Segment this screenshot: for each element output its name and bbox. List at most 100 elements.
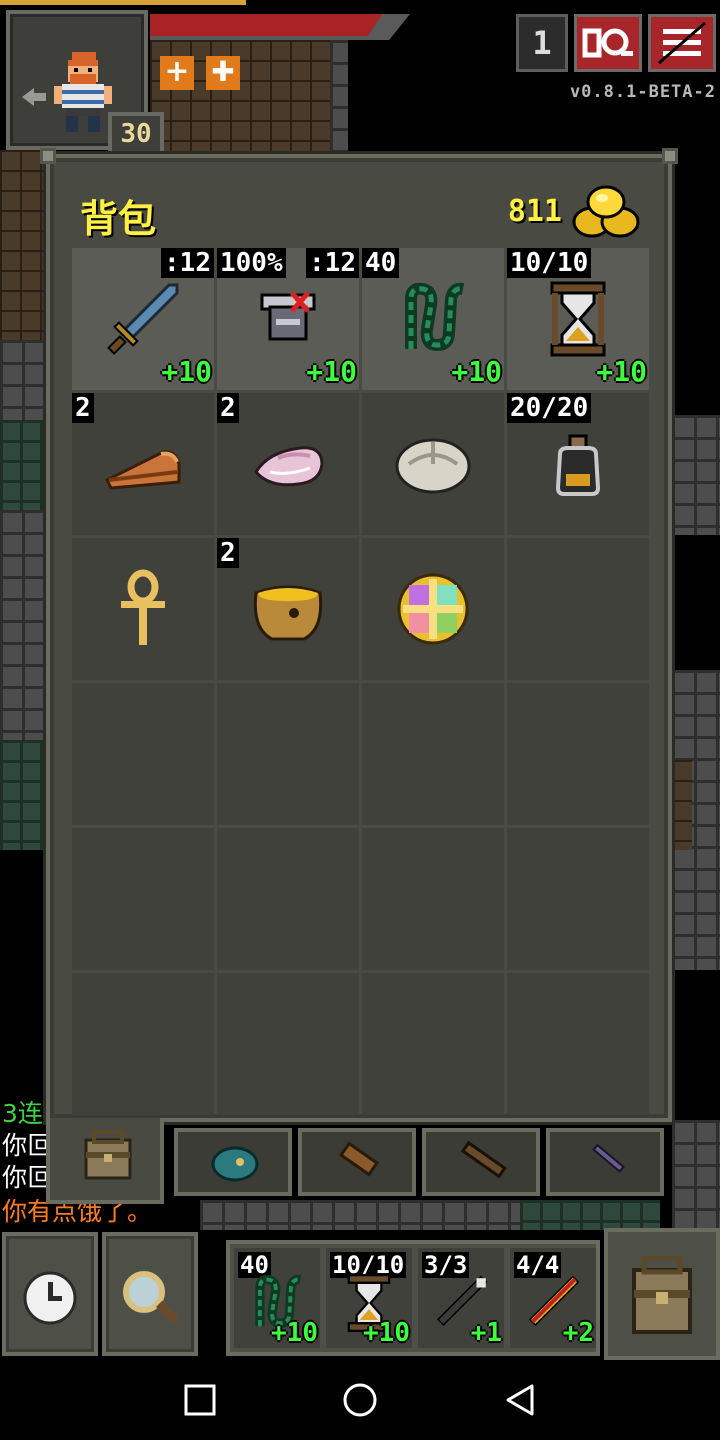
health-buff-icon[interactable]: + bbox=[160, 56, 194, 90]
inventory-slot-empty[interactable] bbox=[217, 683, 359, 825]
door-tile bbox=[672, 760, 692, 850]
tab-potion-bandolier[interactable] bbox=[422, 1128, 540, 1196]
tab-wand-holster[interactable] bbox=[546, 1128, 664, 1196]
inventory-slot-empty[interactable] bbox=[72, 683, 214, 825]
inventory-slot-waterskin[interactable]: 20/20 bbox=[507, 393, 649, 535]
quickslot-level: +2 bbox=[562, 1318, 594, 1348]
upgrade-level: +10 bbox=[306, 355, 357, 388]
inventory-slot-armor[interactable]: 100% :12 +10 bbox=[217, 248, 359, 390]
item-count: :12 bbox=[306, 248, 359, 278]
quickslot[interactable]: 4/4 +2 bbox=[510, 1248, 596, 1348]
meat-icon bbox=[254, 446, 324, 487]
inventory-slot-empty[interactable] bbox=[72, 828, 214, 970]
menu-icon bbox=[658, 21, 706, 65]
inventory-slot-empty[interactable] bbox=[507, 973, 649, 1115]
journal-icon bbox=[582, 28, 633, 58]
depth-indicator[interactable]: 1 bbox=[516, 14, 568, 72]
wall-tile bbox=[200, 1200, 520, 1230]
inventory-slot-hourglass[interactable]: 10/10 +10 bbox=[507, 248, 649, 390]
inventory-slot-sword[interactable]: :12 +10 bbox=[72, 248, 214, 390]
bless-buff-icon[interactable]: ✚ bbox=[206, 56, 240, 90]
upgrade-level: +10 bbox=[161, 355, 212, 388]
wall-tile bbox=[0, 340, 48, 420]
inventory-slot-ankh[interactable] bbox=[72, 538, 214, 680]
journal-button[interactable] bbox=[574, 14, 642, 72]
wall-tile bbox=[330, 40, 348, 160]
health-fill bbox=[150, 14, 382, 36]
inventory-slot-empty[interactable] bbox=[362, 973, 504, 1115]
honeypot-icon bbox=[253, 585, 323, 641]
inventory-slot-empty[interactable] bbox=[72, 973, 214, 1115]
item-count: 2 bbox=[72, 393, 94, 423]
quickslot-level: +1 bbox=[470, 1318, 502, 1348]
back-icon[interactable] bbox=[500, 1380, 540, 1420]
warrior-icon bbox=[54, 52, 112, 132]
wand-holster-icon bbox=[592, 1143, 625, 1173]
inventory-slot-chains[interactable]: 40 +10 bbox=[362, 248, 504, 390]
floor-tile bbox=[520, 1200, 660, 1230]
bag-tabs bbox=[46, 1118, 672, 1204]
back-arrow-icon bbox=[22, 88, 46, 106]
log-line: 你叵 bbox=[2, 1131, 53, 1160]
inventory-slot-empty[interactable] bbox=[507, 828, 649, 970]
sword-icon bbox=[107, 283, 179, 355]
inventory-slot-empty[interactable] bbox=[507, 683, 649, 825]
wall-tile bbox=[672, 1120, 720, 1230]
wall-tile bbox=[0, 740, 48, 850]
item-count: 2 bbox=[217, 538, 239, 568]
seed-pouch-icon bbox=[211, 1146, 259, 1182]
backpack-icon bbox=[632, 1256, 692, 1334]
clock-icon bbox=[23, 1271, 77, 1325]
backpack-icon bbox=[84, 1130, 132, 1180]
tab-backpack[interactable] bbox=[46, 1118, 164, 1204]
item-count: 40 bbox=[362, 248, 400, 278]
hourglass-icon bbox=[550, 281, 606, 357]
search-icon bbox=[123, 1271, 180, 1325]
inventory-slot-empty[interactable] bbox=[217, 973, 359, 1115]
inventory-slot-empty[interactable] bbox=[217, 828, 359, 970]
wall-tile bbox=[0, 420, 48, 510]
wall-tile bbox=[672, 415, 720, 535]
gold-icon bbox=[572, 185, 640, 238]
inventory-slot-pasty[interactable]: 2 bbox=[72, 393, 214, 535]
version-label: v0.8.1-BETA-2 bbox=[569, 82, 716, 102]
upgrade-level: +10 bbox=[596, 355, 647, 388]
item-count: :12 bbox=[161, 248, 214, 278]
inventory-slot-empty[interactable] bbox=[362, 683, 504, 825]
armor-icon bbox=[260, 291, 316, 341]
recent-apps-icon[interactable] bbox=[180, 1380, 220, 1420]
inventory-slot-meat[interactable]: 2 bbox=[217, 393, 359, 535]
tab-seed-pouch[interactable] bbox=[174, 1128, 292, 1196]
log-line: 你叵 bbox=[2, 1163, 53, 1192]
menu-button[interactable] bbox=[648, 14, 716, 72]
waterskin-icon bbox=[555, 434, 601, 496]
scroll-holder-icon bbox=[338, 1141, 380, 1177]
item-charges: 20/20 bbox=[507, 393, 592, 423]
wait-button[interactable] bbox=[2, 1232, 98, 1356]
inventory-slot-honeypot[interactable]: 2 bbox=[217, 538, 359, 680]
ankh-icon bbox=[121, 569, 165, 645]
inventory-slot-empty[interactable] bbox=[362, 828, 504, 970]
bottom-toolbar: 40 +10 10/10 +10 3/3 +1 4/4 +2 bbox=[0, 1228, 720, 1360]
inventory-slot-amulet[interactable] bbox=[362, 538, 504, 680]
quickslot[interactable]: 40 +10 bbox=[234, 1248, 320, 1348]
quickslot-level: +10 bbox=[363, 1318, 410, 1348]
search-button[interactable] bbox=[102, 1232, 198, 1356]
amulet-icon bbox=[397, 573, 469, 645]
tab-scroll-holder[interactable] bbox=[298, 1128, 416, 1196]
hero-level: 30 bbox=[108, 112, 164, 156]
chains-icon bbox=[405, 282, 465, 352]
upgrade-level: +10 bbox=[451, 355, 502, 388]
inventory-slot-stone[interactable] bbox=[362, 393, 504, 535]
item-count: 2 bbox=[217, 393, 239, 423]
gold-count: 811 bbox=[507, 194, 562, 229]
inventory-button[interactable] bbox=[604, 1228, 720, 1360]
inventory-title: 背包 bbox=[80, 197, 157, 241]
home-icon[interactable] bbox=[340, 1380, 380, 1420]
quickslot[interactable]: 3/3 +1 bbox=[418, 1248, 504, 1348]
android-nav-bar bbox=[0, 1360, 720, 1440]
inventory-slot-empty[interactable] bbox=[507, 538, 649, 680]
inventory-window: 背包 811 :12 +10 100% :12 +10 40 +10 10/10… bbox=[40, 148, 678, 1122]
quickslot[interactable]: 10/10 +10 bbox=[326, 1248, 412, 1348]
window-corner bbox=[40, 148, 56, 164]
